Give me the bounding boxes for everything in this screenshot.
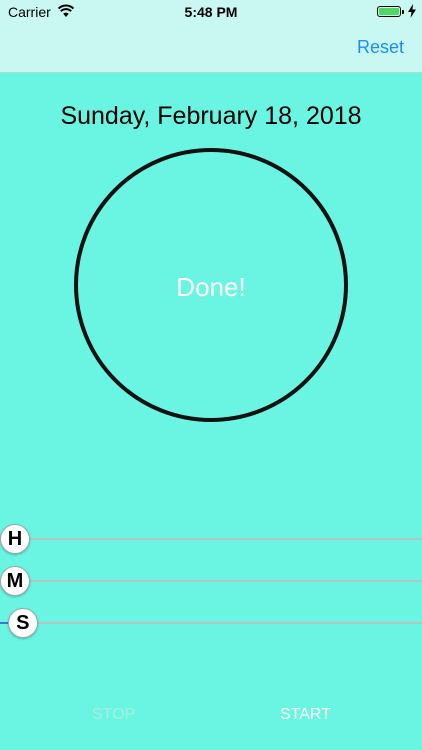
battery-icon bbox=[377, 6, 404, 17]
navigation-bar: Carrier 5:48 PM Reset bbox=[0, 0, 422, 73]
hours-slider-track bbox=[0, 538, 422, 540]
minutes-slider[interactable]: M bbox=[0, 566, 422, 596]
seconds-slider-fill bbox=[0, 622, 8, 624]
timer-ring: Done! bbox=[74, 148, 348, 422]
stop-button[interactable]: STOP bbox=[92, 706, 135, 724]
status-time: 5:48 PM bbox=[184, 4, 238, 20]
minutes-slider-track bbox=[0, 580, 422, 582]
hours-slider-thumb[interactable]: H bbox=[0, 524, 30, 554]
hours-slider[interactable]: H bbox=[0, 524, 422, 554]
timer-status-text: Done! bbox=[176, 272, 246, 302]
date-label: Sunday, February 18, 2018 bbox=[60, 102, 362, 130]
reset-button[interactable]: Reset bbox=[357, 37, 404, 58]
status-bar: Carrier 5:48 PM bbox=[0, 0, 422, 24]
minutes-slider-thumb[interactable]: M bbox=[0, 566, 30, 596]
charging-bolt-icon bbox=[408, 4, 416, 18]
seconds-slider[interactable]: S bbox=[0, 608, 422, 638]
start-button[interactable]: START bbox=[280, 706, 331, 724]
seconds-slider-thumb[interactable]: S bbox=[7, 608, 38, 638]
seconds-slider-track bbox=[0, 622, 422, 624]
